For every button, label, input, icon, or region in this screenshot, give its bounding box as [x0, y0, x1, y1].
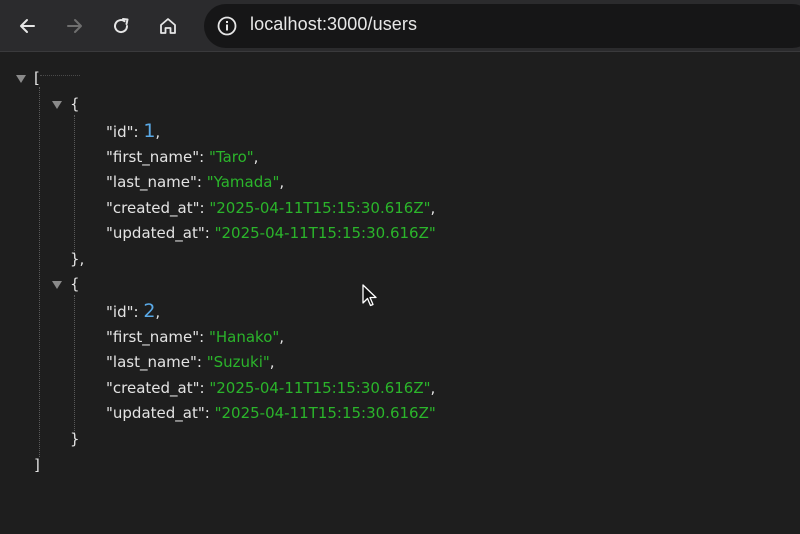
list-item: "created_at": "2025-04-11T15:15:30.616Z"…: [106, 199, 436, 217]
home-button[interactable]: [152, 10, 184, 42]
address-bar[interactable]: localhost:3000/users: [204, 4, 800, 48]
value-updated-at: "2025-04-11T15:15:30.616Z": [214, 404, 436, 422]
key-updated-at: "updated_at": [106, 224, 205, 242]
list-item: "last_name": "Yamada",: [106, 173, 285, 191]
value-first-name: "Hanako": [208, 328, 280, 346]
url-text[interactable]: localhost:3000/users: [250, 14, 417, 35]
forward-button[interactable]: [58, 10, 90, 42]
list-item: "first_name": "Taro",: [106, 148, 259, 166]
key-last-name: "last_name": [106, 173, 197, 191]
value-last-name: "Yamada": [206, 173, 280, 191]
object-2-close: }: [70, 430, 80, 448]
value-created-at: "2025-04-11T15:15:30.616Z": [209, 379, 431, 397]
list-item: "created_at": "2025-04-11T15:15:30.616Z"…: [106, 379, 436, 397]
reload-icon: [114, 18, 129, 34]
mouse-pointer-icon: [362, 284, 377, 307]
list-item: "id": 2,: [106, 300, 161, 322]
key-last-name: "last_name": [106, 353, 197, 371]
object-1-open: {: [70, 95, 80, 113]
value-created-at: "2025-04-11T15:15:30.616Z": [209, 199, 431, 217]
key-created-at: "created_at": [106, 379, 200, 397]
key-id: "id": [106, 303, 134, 321]
array-open-bracket: [: [34, 69, 40, 87]
browser-toolbar: localhost:3000/users: [0, 0, 800, 52]
value-updated-at: "2025-04-11T15:15:30.616Z": [214, 224, 436, 242]
back-button[interactable]: [12, 10, 44, 42]
value-last-name: "Suzuki": [206, 353, 270, 371]
key-id: "id": [106, 123, 134, 141]
reload-button[interactable]: [105, 10, 137, 42]
collapse-object-1-toggle[interactable]: [52, 101, 62, 109]
json-viewer: [ { "id": 1, "first_name": "Taro", "last…: [0, 53, 800, 534]
value-id: 2: [143, 300, 156, 322]
collapse-object-2-toggle[interactable]: [52, 281, 62, 289]
arrow-left-icon: [20, 19, 35, 33]
key-updated-at: "updated_at": [106, 404, 205, 422]
info-circle-icon[interactable]: [214, 13, 240, 39]
key-created-at: "created_at": [106, 199, 200, 217]
object-1-close: },: [70, 250, 85, 268]
list-item: "updated_at": "2025-04-11T15:15:30.616Z": [106, 224, 436, 242]
array-hguide: [40, 75, 80, 76]
list-item: "id": 1,: [106, 120, 161, 142]
home-icon: [160, 18, 176, 34]
collapse-array-toggle[interactable]: [16, 75, 26, 83]
value-id: 1: [143, 120, 156, 142]
object-2-open: {: [70, 275, 80, 293]
list-item: "updated_at": "2025-04-11T15:15:30.616Z": [106, 404, 436, 422]
list-item: "last_name": "Suzuki",: [106, 353, 275, 371]
key-first-name: "first_name": [106, 328, 200, 346]
array-close-bracket: ]: [34, 456, 40, 474]
object-guide-1: [74, 115, 75, 255]
object-guide-2: [74, 295, 75, 435]
value-first-name: "Taro": [208, 148, 254, 166]
array-guide: [39, 87, 40, 457]
key-first-name: "first_name": [106, 148, 200, 166]
list-item: "first_name": "Hanako",: [106, 328, 285, 346]
arrow-right-icon: [67, 19, 82, 33]
